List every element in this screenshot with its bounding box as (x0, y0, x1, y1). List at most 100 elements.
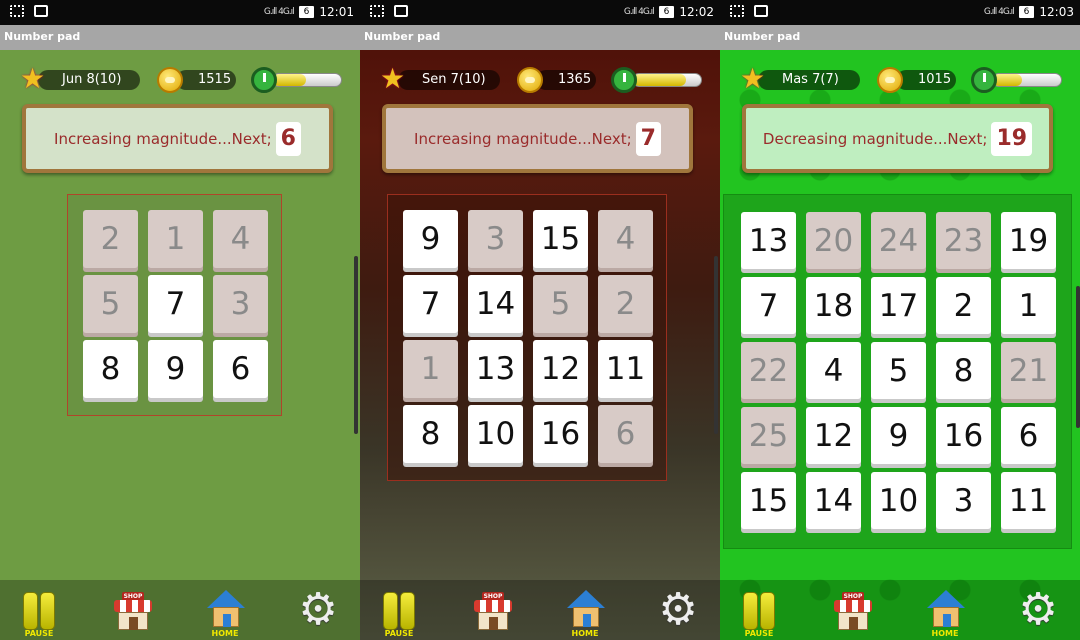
game-screen-2: G.ıll 4G.ıl 6 12:02 Number pad Sen 7(10)… (360, 0, 720, 640)
number-tile[interactable]: 1 (403, 340, 458, 398)
number-tile[interactable]: 18 (806, 277, 861, 334)
settings-button[interactable]: ⚙ (1016, 588, 1060, 636)
number-tile[interactable]: 16 (936, 407, 991, 464)
number-tile[interactable]: 23 (936, 212, 991, 269)
shop-button[interactable]: SHOP (470, 588, 514, 636)
home-icon (927, 590, 965, 630)
pause-button[interactable]: PAUSE (17, 588, 61, 638)
number-tile[interactable]: 5 (871, 342, 926, 399)
number-tile[interactable]: 2 (936, 277, 991, 334)
scrollbar[interactable] (714, 256, 718, 434)
pause-icon (23, 592, 55, 630)
number-tile[interactable]: 13 (468, 340, 523, 398)
number-tile[interactable]: 25 (741, 407, 796, 464)
message-icon (754, 5, 768, 17)
signal-icon: G.ıll 4G.ıl (623, 7, 655, 17)
number-board: 214 573 896 (67, 194, 282, 416)
number-tile[interactable]: 2 (598, 275, 653, 333)
status-bar: G.ıll 4G.ıl 6 12:03 (720, 0, 1080, 25)
instruction-text: Increasing magnitude...Next; (54, 129, 272, 148)
app-title: Number pad (720, 25, 1080, 50)
number-tile[interactable]: 14 (468, 275, 523, 333)
number-tile[interactable]: 11 (1001, 472, 1056, 529)
number-tile[interactable]: 12 (533, 340, 588, 398)
pause-button[interactable]: PAUSE (737, 588, 781, 638)
number-tile[interactable]: 6 (598, 405, 653, 463)
number-tile[interactable]: 16 (533, 405, 588, 463)
number-tile[interactable]: 14 (806, 472, 861, 529)
number-tile[interactable]: 10 (468, 405, 523, 463)
number-tile[interactable]: 15 (741, 472, 796, 529)
timer-bar (272, 73, 342, 87)
coin-count: 1515 (176, 70, 236, 90)
bottom-bar: PAUSE SHOP HOME ⚙ (360, 580, 720, 640)
coin-count: 1365 (536, 70, 596, 90)
number-tile[interactable]: 9 (148, 340, 203, 398)
number-tile[interactable]: 17 (871, 277, 926, 334)
coin-count: 1015 (896, 70, 956, 90)
timer-clock-icon (611, 67, 637, 93)
screenshot-row: G.ıll 4G.ıl 6 12:01 Number pad Jun 8(10)… (0, 0, 1080, 640)
number-tile[interactable]: 4 (806, 342, 861, 399)
home-button[interactable]: HOME (923, 588, 967, 638)
number-tile[interactable]: 1 (148, 210, 203, 268)
home-button[interactable]: HOME (563, 588, 607, 638)
status-bar: G.ıll 4G.ıl 6 12:01 (0, 0, 360, 25)
number-tile[interactable]: 11 (598, 340, 653, 398)
settings-button[interactable]: ⚙ (296, 588, 340, 636)
number-tile[interactable]: 22 (741, 342, 796, 399)
home-icon (567, 590, 605, 630)
screenshot-icon (730, 5, 744, 17)
number-tile[interactable]: 3 (936, 472, 991, 529)
number-tile[interactable]: 4 (213, 210, 268, 268)
pause-button[interactable]: PAUSE (377, 588, 421, 638)
number-tile[interactable]: 8 (83, 340, 138, 398)
number-tile[interactable]: 13 (741, 212, 796, 269)
shop-icon: SHOP (114, 592, 152, 630)
timer-clock-icon (971, 67, 997, 93)
number-tile[interactable]: 3 (468, 210, 523, 268)
scrollbar[interactable] (1076, 286, 1080, 428)
next-number: 6 (275, 121, 301, 156)
number-tile[interactable]: 2 (83, 210, 138, 268)
number-tile[interactable]: 5 (83, 275, 138, 333)
home-icon (207, 590, 245, 630)
number-tile[interactable]: 8 (403, 405, 458, 463)
game-screen-1: G.ıll 4G.ıl 6 12:01 Number pad Jun 8(10)… (0, 0, 360, 640)
message-icon (394, 5, 408, 17)
clock-time: 12:01 (319, 5, 354, 19)
number-tile[interactable]: 1 (1001, 277, 1056, 334)
number-tile[interactable]: 21 (1001, 342, 1056, 399)
gear-icon: ⚙ (658, 584, 698, 635)
number-tile[interactable]: 19 (1001, 212, 1056, 269)
number-tile[interactable]: 6 (213, 340, 268, 398)
scrollbar[interactable] (354, 256, 358, 434)
star-icon: ★ (20, 62, 46, 95)
timer-clock-icon (251, 67, 277, 93)
number-tile[interactable]: 8 (936, 342, 991, 399)
number-tile[interactable]: 4 (598, 210, 653, 268)
hud: Sen 7(10) ★ 1365 (360, 64, 720, 96)
number-tile[interactable]: 9 (403, 210, 458, 268)
instruction-text: Increasing magnitude...Next; (414, 129, 632, 148)
signal-icon: G.ıll 4G.ıl (983, 7, 1015, 17)
number-tile[interactable]: 7 (741, 277, 796, 334)
gear-icon: ⚙ (1018, 584, 1058, 635)
number-tile[interactable]: 3 (213, 275, 268, 333)
number-tile[interactable]: 5 (533, 275, 588, 333)
number-tile[interactable]: 24 (871, 212, 926, 269)
number-tile[interactable]: 6 (1001, 407, 1056, 464)
shop-button[interactable]: SHOP (110, 588, 154, 636)
number-tile[interactable]: 7 (148, 275, 203, 333)
home-button[interactable]: HOME (203, 588, 247, 638)
number-tile[interactable]: 12 (806, 407, 861, 464)
number-tile[interactable]: 10 (871, 472, 926, 529)
number-tile[interactable]: 7 (403, 275, 458, 333)
shop-button[interactable]: SHOP (830, 588, 874, 636)
number-tile[interactable]: 9 (871, 407, 926, 464)
number-tile[interactable]: 15 (533, 210, 588, 268)
status-bar: G.ıll 4G.ıl 6 12:02 (360, 0, 720, 25)
settings-button[interactable]: ⚙ (656, 588, 700, 636)
number-tile[interactable]: 20 (806, 212, 861, 269)
pause-icon (743, 592, 775, 630)
